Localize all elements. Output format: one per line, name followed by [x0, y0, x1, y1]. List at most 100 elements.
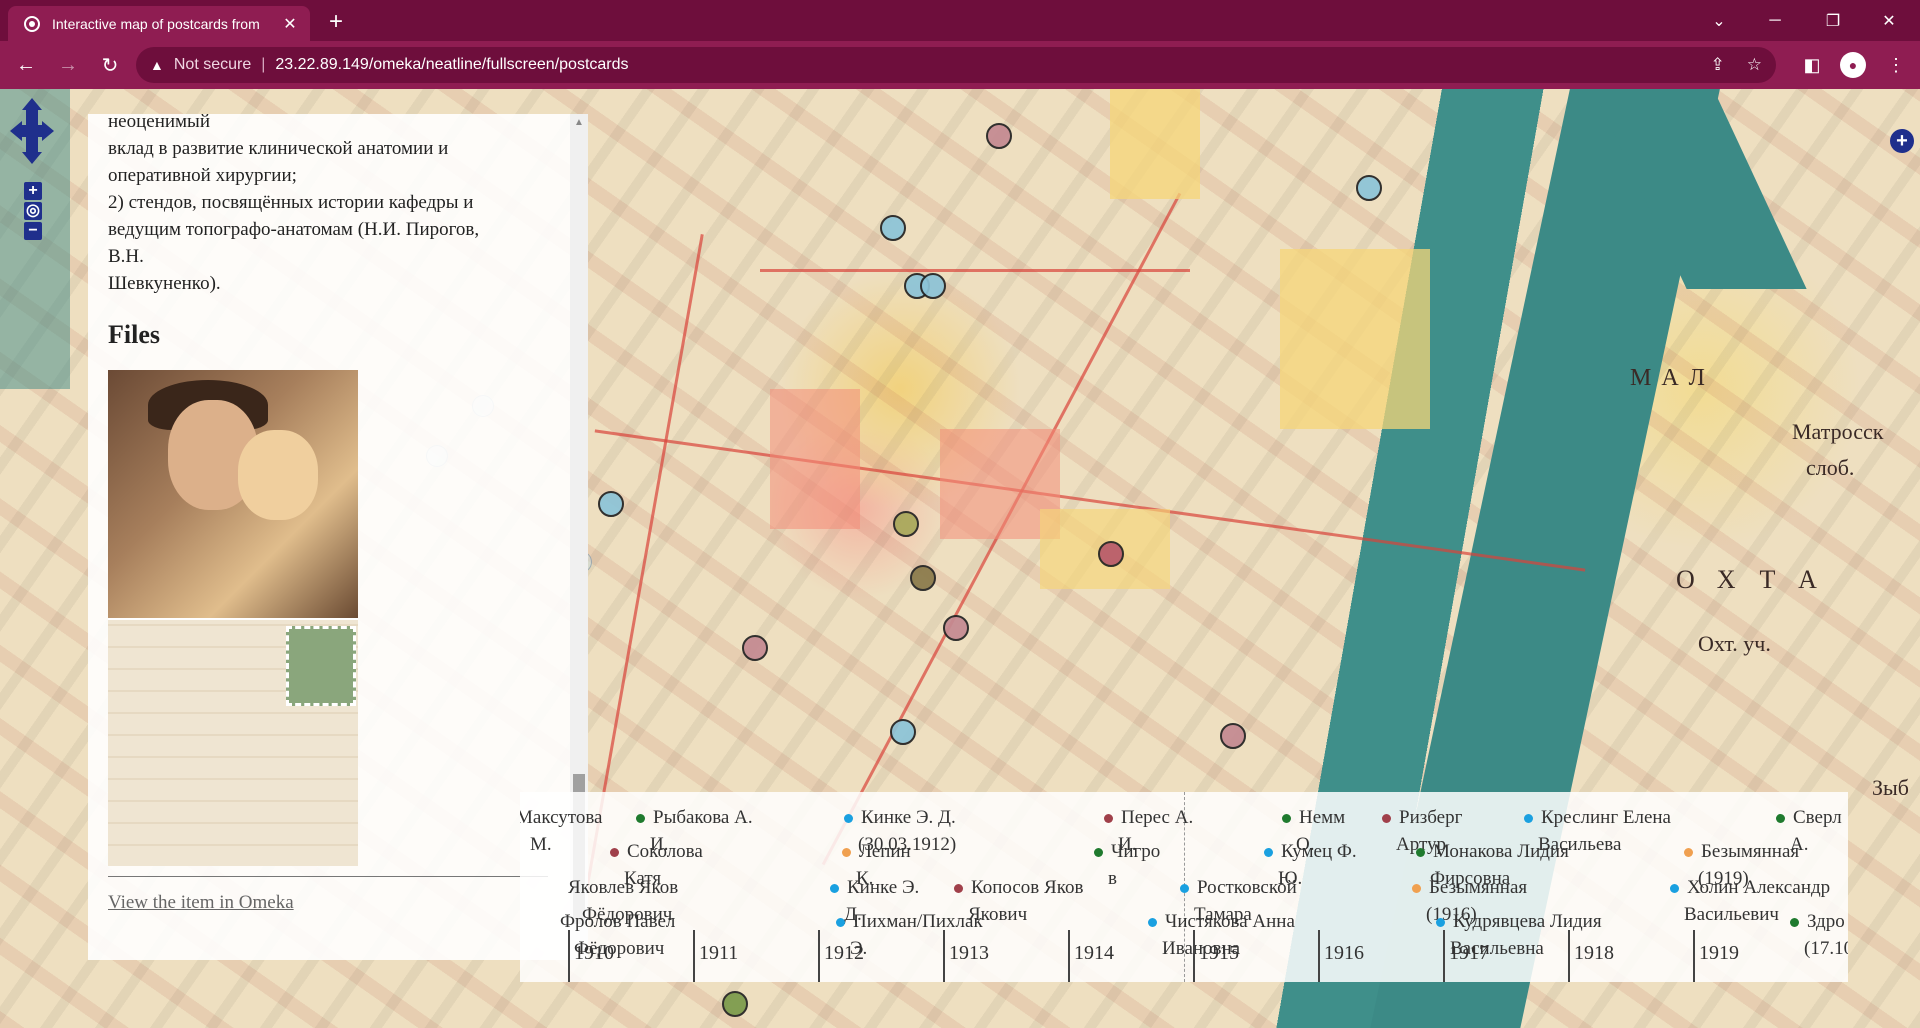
event-dot-icon	[1436, 918, 1445, 928]
map-marker[interactable]	[1098, 541, 1124, 567]
reload-button[interactable]: ↻	[92, 47, 128, 83]
map-marker[interactable]	[890, 719, 916, 745]
timeline-year-label: 1917	[1449, 942, 1489, 964]
event-title: Ризберг	[1399, 807, 1463, 828]
description-line: В.Н.	[108, 246, 144, 267]
pan-arrows-icon[interactable]	[10, 98, 54, 164]
view-in-omeka-link[interactable]: View the item in Omeka	[108, 889, 548, 916]
timeline-event[interactable]: Чигро в	[1094, 838, 1160, 892]
event-dot-icon	[830, 884, 839, 894]
event-dot-icon	[1094, 848, 1103, 858]
event-dot-icon	[1104, 814, 1113, 824]
world-zoom-icon[interactable]: ◎	[24, 202, 42, 220]
not-secure-icon[interactable]: ▲	[150, 57, 164, 73]
timeline-year-label: 1919	[1699, 942, 1739, 964]
share-icon[interactable]: ⇪	[1711, 55, 1725, 75]
browser-tab[interactable]: Interactive map of postcards from ✕	[8, 6, 310, 41]
timeline-tick	[1443, 930, 1445, 982]
map-marker[interactable]	[1356, 175, 1382, 201]
timeline-tick	[1068, 930, 1070, 982]
map-marker[interactable]	[920, 273, 946, 299]
tab-bar: Interactive map of postcards from ✕ + ⌄ …	[0, 0, 1920, 41]
timeline-year-label: 1914	[1074, 942, 1114, 964]
event-dot-icon	[636, 814, 645, 824]
forward-button[interactable]: →	[50, 47, 86, 83]
event-title: Соколова	[627, 841, 703, 862]
stamp-image	[286, 626, 356, 706]
timeline-year-label: 1916	[1324, 942, 1364, 964]
event-dot-icon	[842, 848, 851, 858]
close-window-button[interactable]: ✕	[1866, 0, 1912, 41]
event-title: Немм	[1299, 807, 1346, 828]
address-bar[interactable]: ▲ Not secure | 23.22.89.149/omeka/neatli…	[136, 47, 1776, 83]
address-separator: |	[261, 56, 266, 73]
event-title: Максутова	[520, 807, 603, 828]
map-marker[interactable]	[598, 491, 624, 517]
zoom-in-button[interactable]: +	[24, 182, 42, 200]
event-subtitle: в	[1108, 868, 1117, 889]
event-title: Лепин	[859, 841, 911, 862]
map-marker[interactable]	[943, 615, 969, 641]
timeline[interactable]: Максутова М. Рыбакова А. И. Кинке Э. Д. (30.0…	[520, 792, 1848, 982]
event-title: Холин Александр	[1687, 877, 1831, 898]
back-button[interactable]: ←	[8, 47, 44, 83]
map-marker[interactable]	[880, 215, 906, 241]
timeline-tick	[568, 930, 570, 982]
map-marker[interactable]	[910, 565, 936, 591]
profile-avatar[interactable]: ●	[1840, 52, 1866, 78]
new-tab-button[interactable]: +	[322, 8, 350, 36]
timeline-event[interactable]: Здро (17.10	[1790, 908, 1848, 962]
event-title: Чигро	[1111, 841, 1161, 862]
event-dot-icon	[1282, 814, 1291, 824]
map-marker[interactable]	[742, 635, 768, 661]
files-heading: Files	[108, 320, 160, 349]
timeline-year-label: 1911	[699, 942, 739, 964]
description-line: ведущим топографо-анатомам (Н.И. Пирогов…	[108, 219, 480, 240]
url-text[interactable]: 23.22.89.149/omeka/neatline/fullscreen/p…	[275, 56, 628, 74]
image-detail	[238, 430, 318, 520]
timeline-year-label: 1915	[1199, 942, 1239, 964]
map-label: слоб.	[1806, 455, 1855, 480]
timeline-tick	[1318, 930, 1320, 982]
event-dot-icon	[954, 884, 963, 894]
divider	[108, 876, 548, 877]
close-tab-icon[interactable]: ✕	[280, 14, 300, 34]
timeline-tick	[1568, 930, 1570, 982]
event-title: Яковлев Яков	[568, 877, 679, 898]
favicon-icon	[24, 15, 40, 32]
event-title: Чистякова Анна	[1165, 911, 1295, 932]
scroll-up-icon[interactable]: ▲	[570, 114, 588, 132]
tab-search-button[interactable]: ⌄	[1696, 0, 1742, 41]
zoom-out-button[interactable]: −	[24, 222, 42, 240]
event-title: Безымянная	[1701, 841, 1800, 862]
postcard-back-image[interactable]	[108, 618, 358, 866]
timeline-event[interactable]: Максутова М.	[520, 804, 602, 858]
map-marker[interactable]	[986, 123, 1012, 149]
timeline-tick	[1193, 930, 1195, 982]
event-subtitle: (17.10	[1804, 938, 1848, 959]
map-label: Зыб	[1872, 775, 1909, 800]
map-marker[interactable]	[893, 511, 919, 537]
event-dot-icon	[1416, 848, 1425, 858]
map-marker[interactable]	[722, 991, 748, 1017]
bookmark-star-icon[interactable]: ☆	[1747, 55, 1762, 75]
event-dot-icon	[1670, 884, 1679, 894]
event-title: Кумец Ф.	[1281, 841, 1357, 862]
security-label[interactable]: Not secure	[174, 56, 251, 74]
expand-button[interactable]: +	[1890, 129, 1914, 153]
timeline-tick	[818, 930, 820, 982]
browser-menu-icon[interactable]: ⋮	[1878, 47, 1914, 83]
event-dot-icon	[1148, 918, 1157, 928]
minimize-button[interactable]: ─	[1752, 0, 1798, 41]
postcard-front-image[interactable]	[108, 370, 358, 618]
timeline-tick	[693, 930, 695, 982]
event-title: Сверл	[1793, 807, 1842, 828]
map-label: МАЛ	[1630, 365, 1715, 391]
event-title: Фролов Павел	[560, 911, 676, 932]
event-dot-icon	[1524, 814, 1533, 824]
side-panel-icon[interactable]: ◧	[1794, 47, 1830, 83]
event-dot-icon	[1790, 918, 1799, 928]
event-dot-icon	[1264, 848, 1273, 858]
map-marker[interactable]	[1220, 723, 1246, 749]
maximize-button[interactable]: ❐	[1810, 0, 1856, 41]
